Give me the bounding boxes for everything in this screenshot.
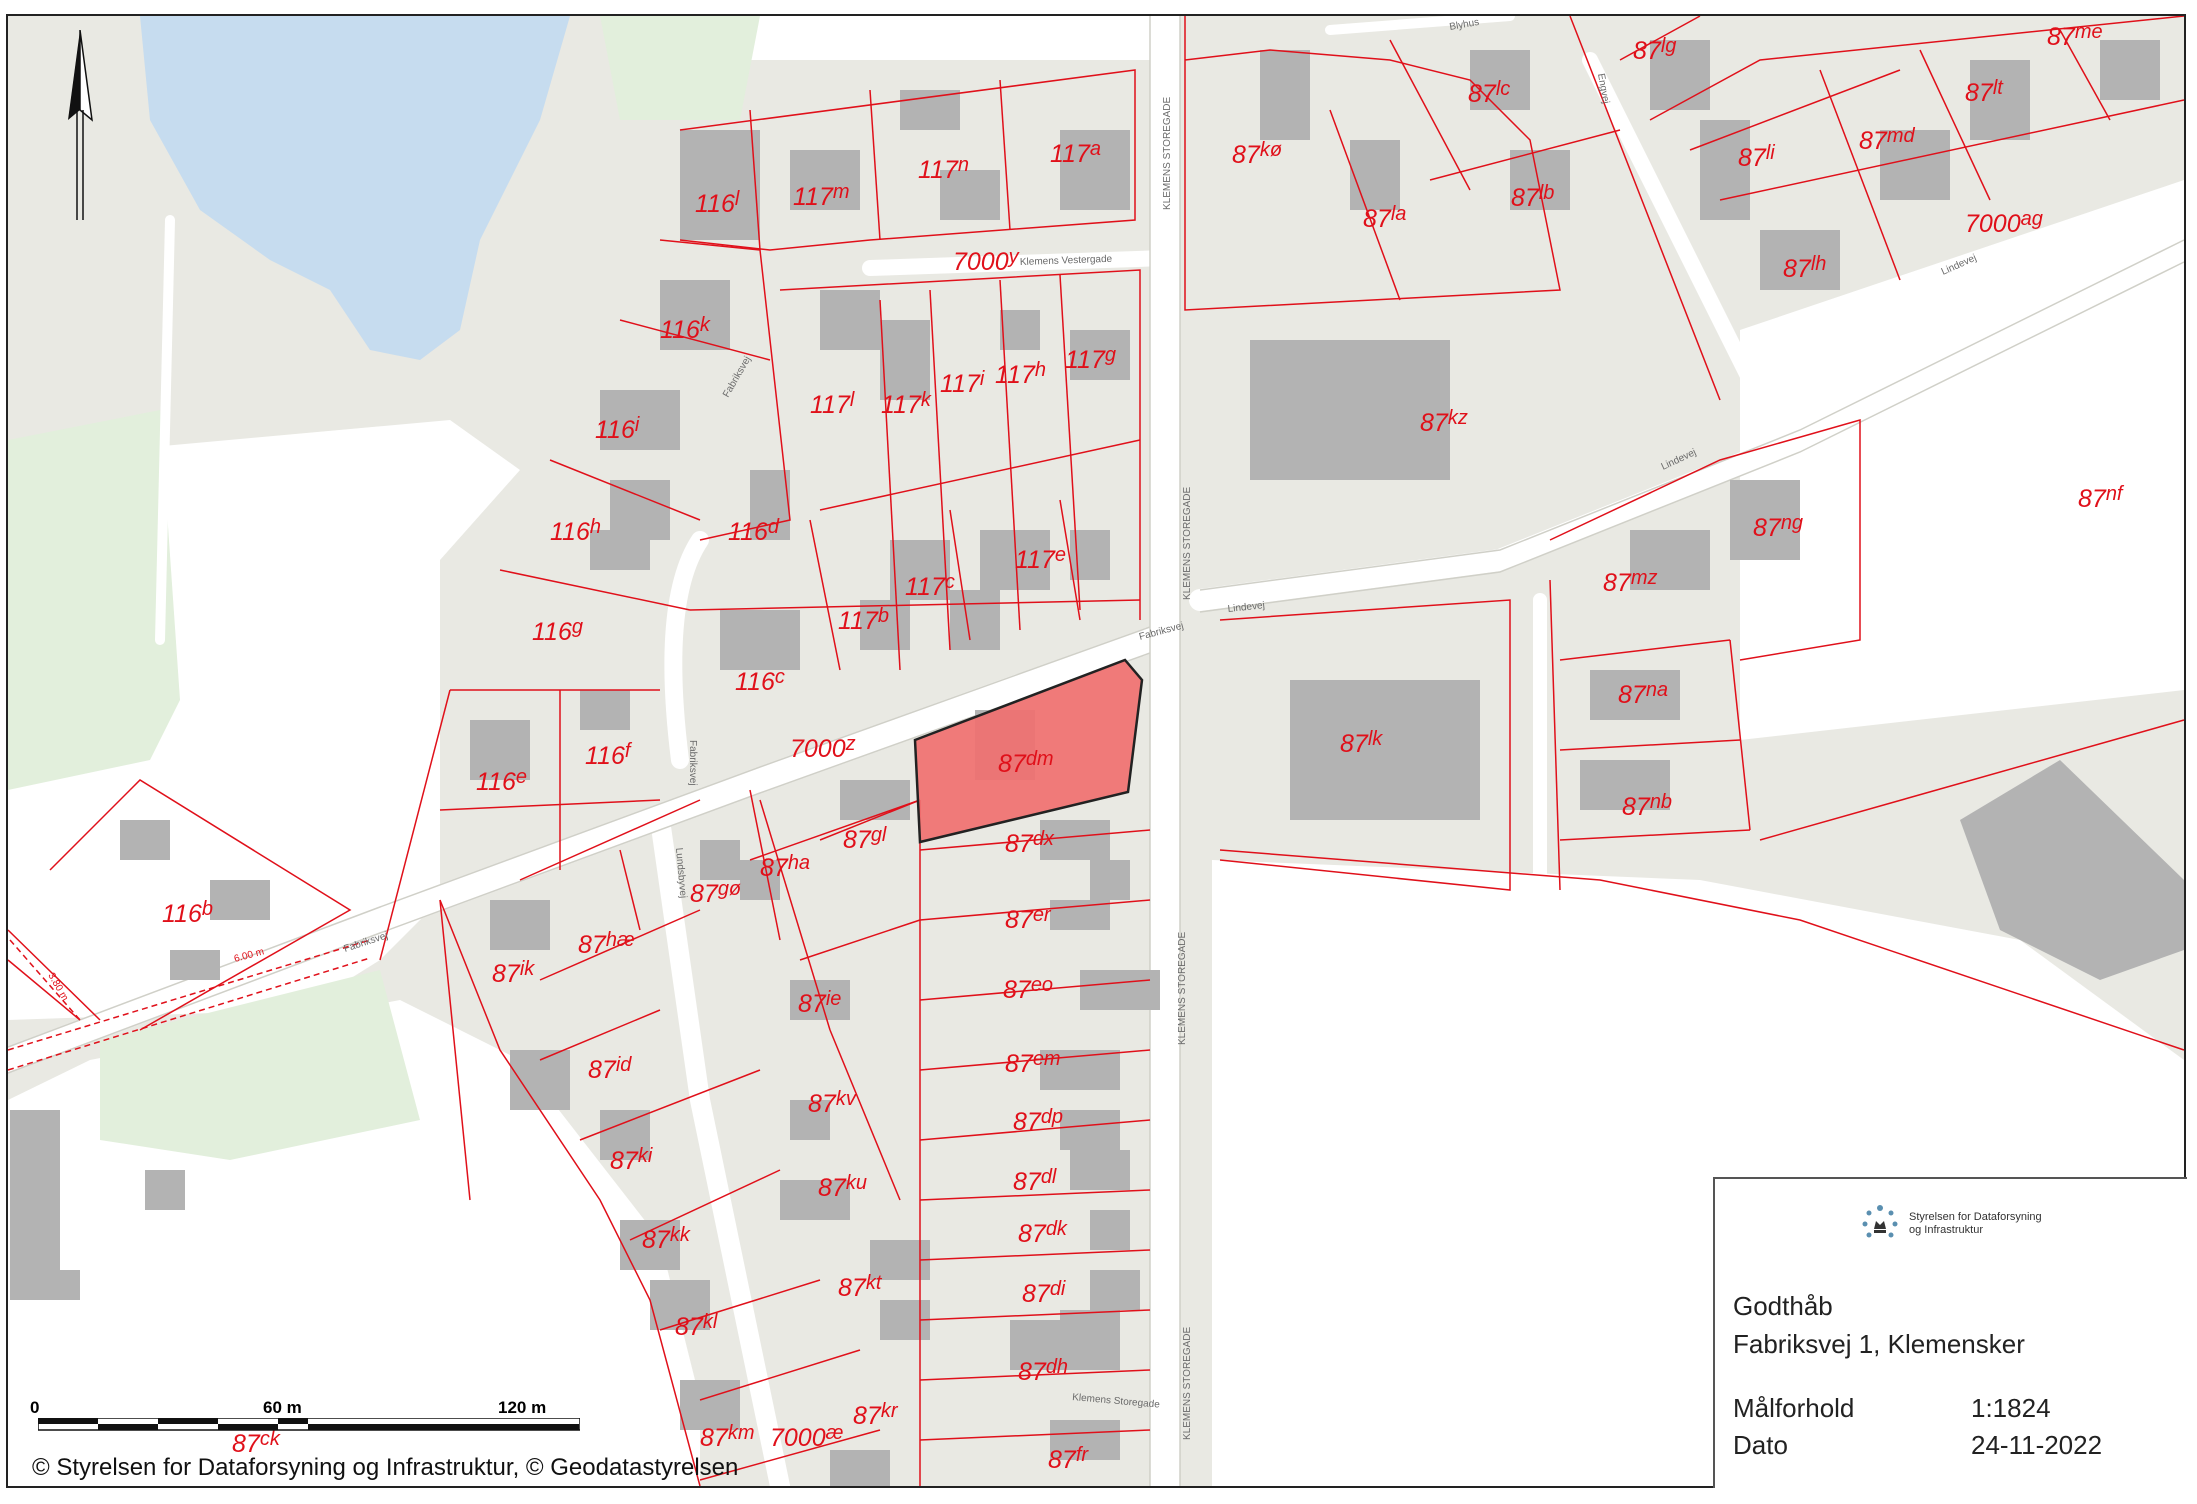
scale-tick-60: 60 m	[263, 1398, 302, 1417]
parcel-label-117l: 117l	[810, 389, 855, 419]
legend-address: Fabriksvej 1, Klemensker	[1733, 1329, 2025, 1359]
green-area-west	[8, 410, 180, 790]
street-label: KLEMENS STOREGADE	[1182, 486, 1193, 600]
street-label: KLEMENS STOREGADE	[1162, 96, 1173, 210]
open-area-north	[745, 16, 1150, 60]
street-label: Fabriksvej	[687, 740, 698, 786]
scale-tick-120: 120 m	[498, 1398, 547, 1417]
scale-bar: 0 60 m 120 m	[30, 1398, 580, 1438]
street-label: KLEMENS STOREGADE	[1177, 931, 1188, 1045]
scale-value: 1:1824	[1971, 1393, 2051, 1423]
date-label: Dato	[1733, 1430, 1788, 1460]
legend-box: Styrelsen for Dataforsyning og Infrastru…	[1713, 1177, 2187, 1488]
street-label: KLEMENS STOREGADE	[1182, 1326, 1193, 1440]
crown-logo-icon	[1859, 1203, 1901, 1245]
date-value: 24-11-2022	[1971, 1430, 2103, 1460]
parcel-label-116i: 116i	[595, 414, 640, 444]
green-area-north	[600, 16, 760, 120]
scale-label: Målforhold	[1733, 1393, 1855, 1423]
parcel-label-116l: 116l	[695, 188, 740, 218]
scale-tick-0: 0	[30, 1398, 40, 1417]
logo-text-line2: og Infrastruktur	[1909, 1224, 1983, 1236]
parcel-label-117i: 117i	[940, 368, 985, 398]
north-arrow-icon	[60, 29, 100, 220]
logo-text-line1: Styrelsen for Dataforsyning	[1909, 1211, 2042, 1223]
legend-title: Godthåb	[1733, 1291, 1833, 1321]
copyright-text: © Styrelsen for Dataforsyning og Infrast…	[32, 1454, 739, 1481]
agency-logo: Styrelsen for Dataforsyning og Infrastru…	[1859, 1203, 2042, 1245]
